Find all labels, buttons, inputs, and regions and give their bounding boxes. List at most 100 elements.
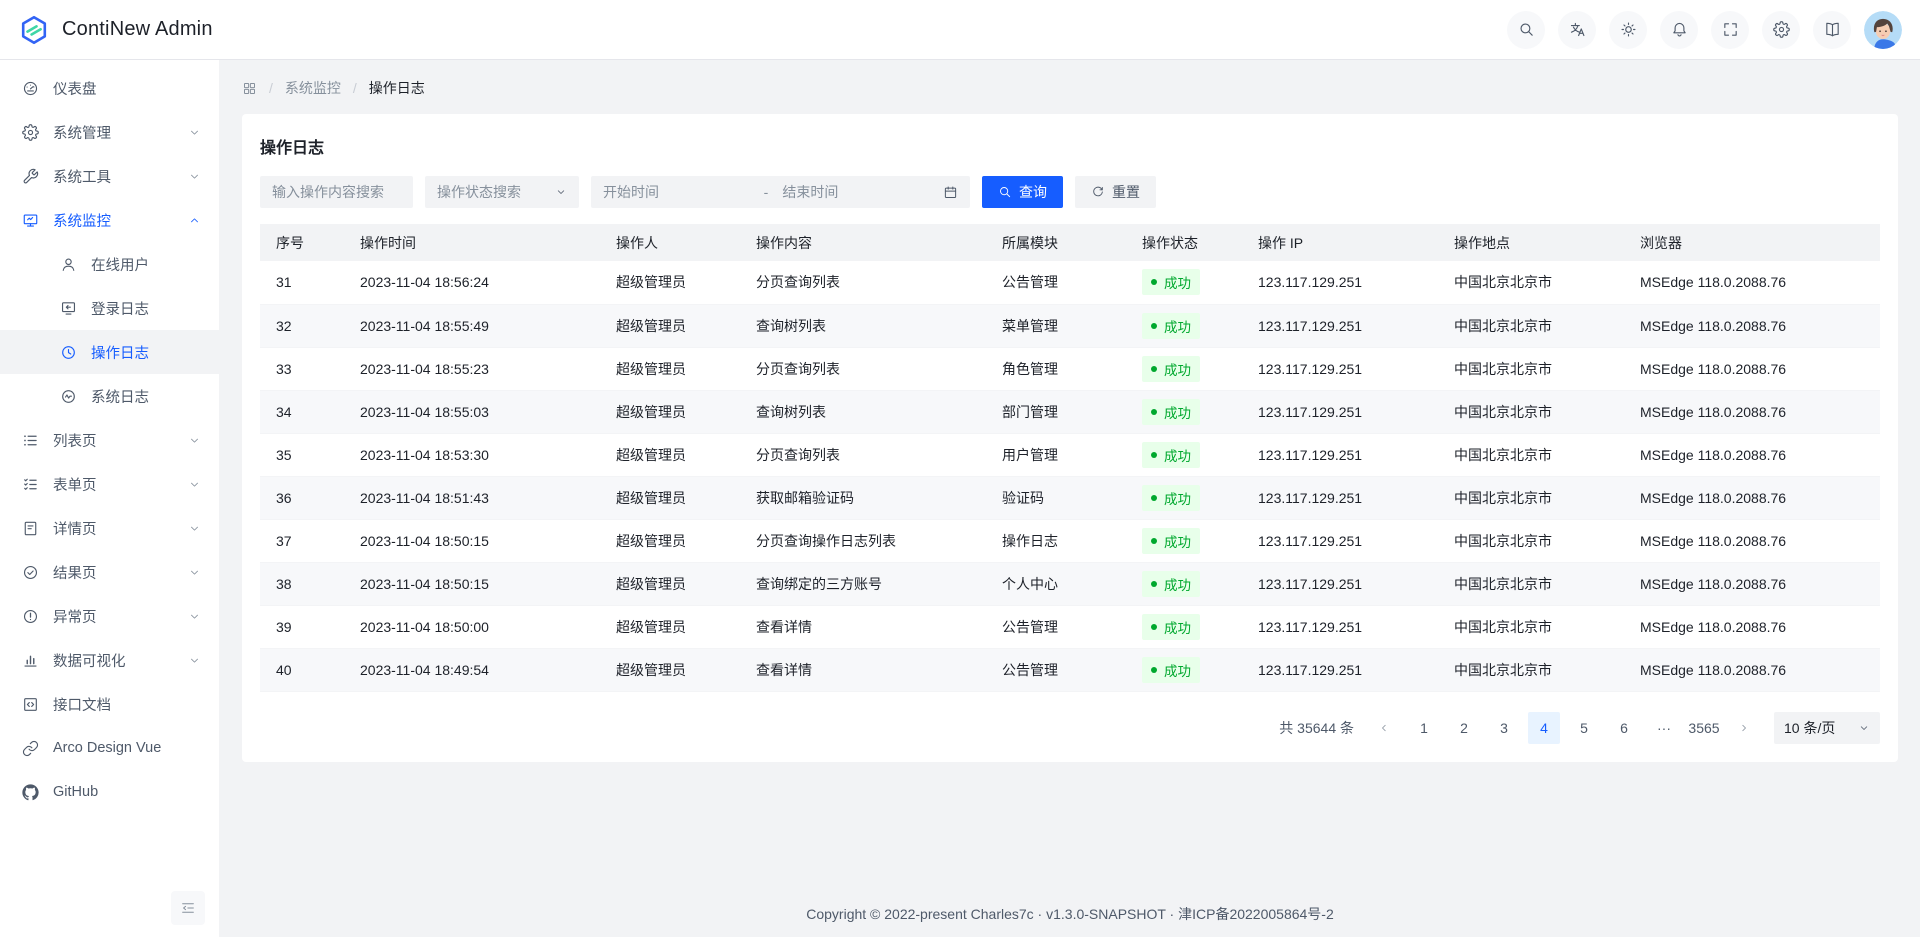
cell-status: 成功 [1126,433,1242,476]
breadcrumb-separator: / [269,80,273,96]
fullscreen-button[interactable] [1711,11,1749,49]
page-number-list: 123456···3565 [1408,712,1720,744]
sidebar-item-system-management[interactable]: 系统管理 [0,110,219,154]
search-button[interactable] [1507,11,1545,49]
page-3565-button[interactable]: 3565 [1688,712,1720,744]
cell-module: 菜单管理 [986,304,1126,347]
sidebar-item-online-users[interactable]: 在线用户 [0,242,219,286]
cell-module: 部门管理 [986,390,1126,433]
reset-button-label: 重置 [1112,182,1140,202]
operation-log-table: 序号操作时间操作人操作内容所属模块操作状态操作 IP操作地点浏览器 312023… [260,224,1880,692]
theme-toggle-button[interactable] [1609,11,1647,49]
cell-time: 2023-11-04 18:50:15 [344,519,600,562]
cell-seq: 38 [260,562,344,605]
cell-status: 成功 [1126,605,1242,648]
page-size-select[interactable]: 10 条/页 [1774,712,1880,744]
cell-location: 中国北京北京市 [1438,433,1624,476]
chevron-down-icon [555,186,567,198]
settings-button[interactable] [1762,11,1800,49]
next-page-button[interactable] [1728,712,1760,744]
translate-button[interactable] [1558,11,1596,49]
sidebar-item-form-page[interactable]: 表单页 [0,462,219,506]
cell-status: 成功 [1126,648,1242,691]
sidebar-item-operation-log[interactable]: 操作日志 [0,330,219,374]
sidebar-item-system-monitor[interactable]: 系统监控 [0,198,219,242]
sidebar-item-login-log[interactable]: 登录日志 [0,286,219,330]
cell-location: 中国北京北京市 [1438,304,1624,347]
sidebar-item-label: 仪表盘 [53,78,97,99]
table-row: 372023-11-04 18:50:15超级管理员分页查询操作日志列表操作日志… [260,519,1880,562]
table-row: 322023-11-04 18:55:49超级管理员查询树列表菜单管理 成功12… [260,304,1880,347]
cell-operator: 超级管理员 [600,304,740,347]
login-icon [60,300,77,317]
cell-location: 中国北京北京市 [1438,519,1624,562]
cell-status: 成功 [1126,304,1242,347]
column-header: 操作内容 [740,224,986,261]
menu-fold-icon [180,900,196,916]
sidebar-item-exception-page[interactable]: 异常页 [0,594,219,638]
sidebar-item-result-page[interactable]: 结果页 [0,550,219,594]
sidebar-item-system-tools[interactable]: 系统工具 [0,154,219,198]
monitor-icon [22,212,39,229]
list-icon [22,432,39,449]
sidebar-item-github[interactable]: GitHub [0,770,219,814]
result-icon [22,564,39,581]
cell-time: 2023-11-04 18:51:43 [344,476,600,519]
keyword-search-input[interactable] [260,176,413,208]
docs-button[interactable] [1813,11,1851,49]
sidebar-item-data-visualization[interactable]: 数据可视化 [0,638,219,682]
page-3-button[interactable]: 3 [1488,712,1520,744]
page-1-button[interactable]: 1 [1408,712,1440,744]
user-avatar[interactable] [1864,11,1902,49]
sidebar-collapse-button[interactable] [171,891,205,925]
header-actions [1507,11,1902,49]
cell-operator: 超级管理员 [600,433,740,476]
column-header: 浏览器 [1624,224,1880,261]
sidebar-item-arco-design-vue[interactable]: Arco Design Vue [0,726,219,770]
table-row: 362023-11-04 18:51:43超级管理员获取邮箱验证码验证码 成功1… [260,476,1880,519]
sidebar-item-label: 结果页 [53,562,97,583]
sidebar-item-dashboard[interactable]: 仪表盘 [0,66,219,110]
sidebar-item-label: 在线用户 [91,254,149,275]
settings-icon [22,124,39,141]
app-logo[interactable]: ContiNew Admin [18,14,213,46]
chevron-down-icon [188,654,201,667]
cell-status: 成功 [1126,562,1242,605]
cell-browser: MSEdge 118.0.2088.76 [1624,390,1880,433]
page-4-button[interactable]: 4 [1528,712,1560,744]
table-header-row: 序号操作时间操作人操作内容所属模块操作状态操作 IP操作地点浏览器 [260,224,1880,261]
page-2-button[interactable]: 2 [1448,712,1480,744]
column-header: 操作时间 [344,224,600,261]
table-row: 352023-11-04 18:53:30超级管理员分页查询列表用户管理 成功1… [260,433,1880,476]
search-button[interactable]: 查询 [982,176,1063,208]
cell-browser: MSEdge 118.0.2088.76 [1624,562,1880,605]
cell-time: 2023-11-04 18:55:23 [344,347,600,390]
page-title: 操作日志 [260,134,1880,158]
status-select[interactable]: 操作状态搜索 [425,176,579,208]
prev-page-button[interactable] [1368,712,1400,744]
breadcrumb-item[interactable]: 系统监控 [285,78,341,98]
reset-button[interactable]: 重置 [1075,176,1156,208]
cell-time: 2023-11-04 18:50:00 [344,605,600,648]
notifications-button[interactable] [1660,11,1698,49]
status-dot-icon [1151,667,1157,673]
status-badge: 成功 [1142,356,1200,382]
sidebar-item-api-docs[interactable]: 接口文档 [0,682,219,726]
cell-operator: 超级管理员 [600,261,740,304]
sidebar-menu: 仪表盘 系统管理 系统工具 系统监控 在线用户 登录日志 操作日志 系统日志 [0,60,219,814]
search-icon [1518,21,1535,38]
status-dot-icon [1151,279,1157,285]
sidebar-item-detail-page[interactable]: 详情页 [0,506,219,550]
page-ellipsis-button[interactable]: ··· [1648,712,1680,744]
start-time-placeholder: 开始时间 [603,182,764,202]
sidebar-item-system-log[interactable]: 系统日志 [0,374,219,418]
column-header: 操作 IP [1242,224,1438,261]
page-6-button[interactable]: 6 [1608,712,1640,744]
apps-icon[interactable] [242,81,257,96]
cell-ip: 123.117.129.251 [1242,390,1438,433]
date-range-picker[interactable]: 开始时间 - 结束时间 [591,176,970,208]
sidebar-item-list-page[interactable]: 列表页 [0,418,219,462]
page-5-button[interactable]: 5 [1568,712,1600,744]
cell-browser: MSEdge 118.0.2088.76 [1624,648,1880,691]
cell-status: 成功 [1126,347,1242,390]
